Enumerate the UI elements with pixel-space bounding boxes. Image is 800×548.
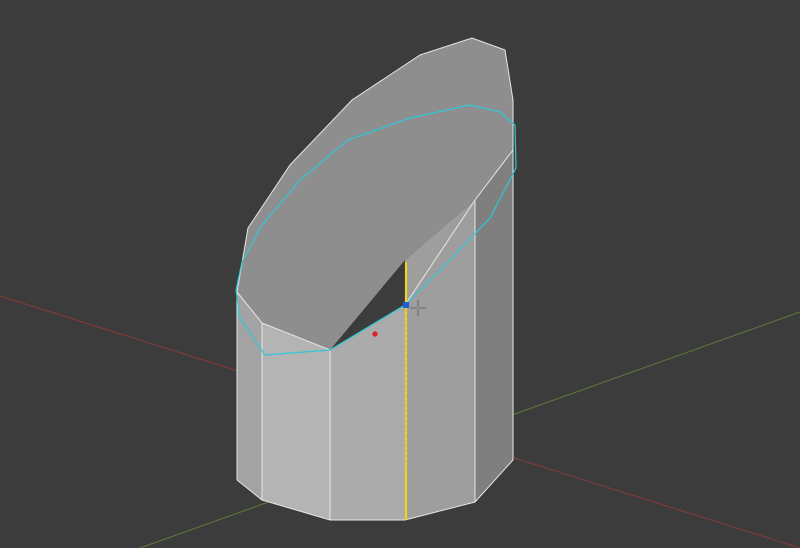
active-vertex[interactable] bbox=[403, 302, 409, 308]
3d-viewport[interactable] bbox=[0, 0, 800, 548]
viewport-canvas[interactable] bbox=[0, 0, 800, 548]
face-left-back[interactable] bbox=[237, 292, 262, 500]
object-origin bbox=[372, 331, 378, 337]
face-right[interactable] bbox=[475, 150, 513, 502]
